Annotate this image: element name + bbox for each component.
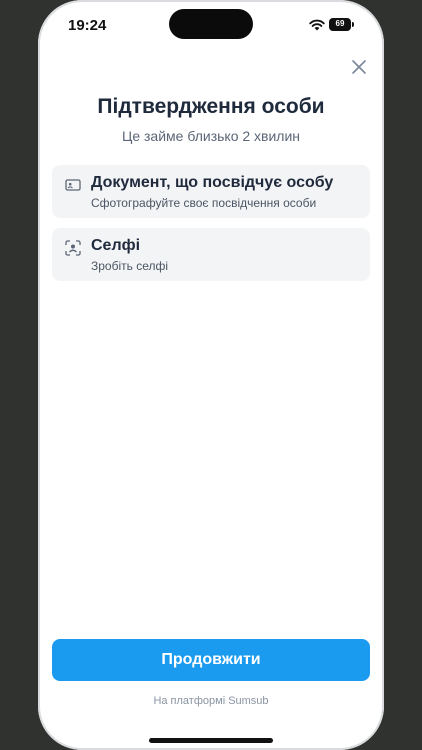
home-indicator[interactable] xyxy=(149,738,273,743)
step-title: Документ, що посвідчує особу xyxy=(91,174,334,191)
phone-screen: 19:24 69 Підтвердження особи Це займе бл… xyxy=(38,0,384,750)
id-card-icon xyxy=(65,179,81,191)
page-subtitle: Це займе близько 2 хвилин xyxy=(121,128,301,144)
step-selfie[interactable]: Селфі Зробіть селфі xyxy=(52,228,370,281)
face-scan-icon xyxy=(65,240,81,256)
close-icon[interactable] xyxy=(349,57,369,77)
continue-button[interactable]: Продовжити xyxy=(52,639,370,681)
dynamic-island xyxy=(169,9,253,39)
battery-icon: 69 xyxy=(329,18,354,31)
step-id-document[interactable]: Документ, що посвідчує особу Сфотографуй… xyxy=(52,165,370,218)
status-time: 19:24 xyxy=(68,17,107,34)
step-description: Зробіть селфі xyxy=(91,259,169,273)
status-bar: 19:24 69 xyxy=(38,0,384,52)
step-title: Селфі xyxy=(91,237,141,254)
step-description: Сфотографуйте своє посвідчення особи xyxy=(91,196,317,210)
page-title: Підтвердження особи xyxy=(97,95,325,118)
wifi-icon xyxy=(309,19,325,31)
powered-by-text: На платформі Sumsub xyxy=(153,695,269,707)
